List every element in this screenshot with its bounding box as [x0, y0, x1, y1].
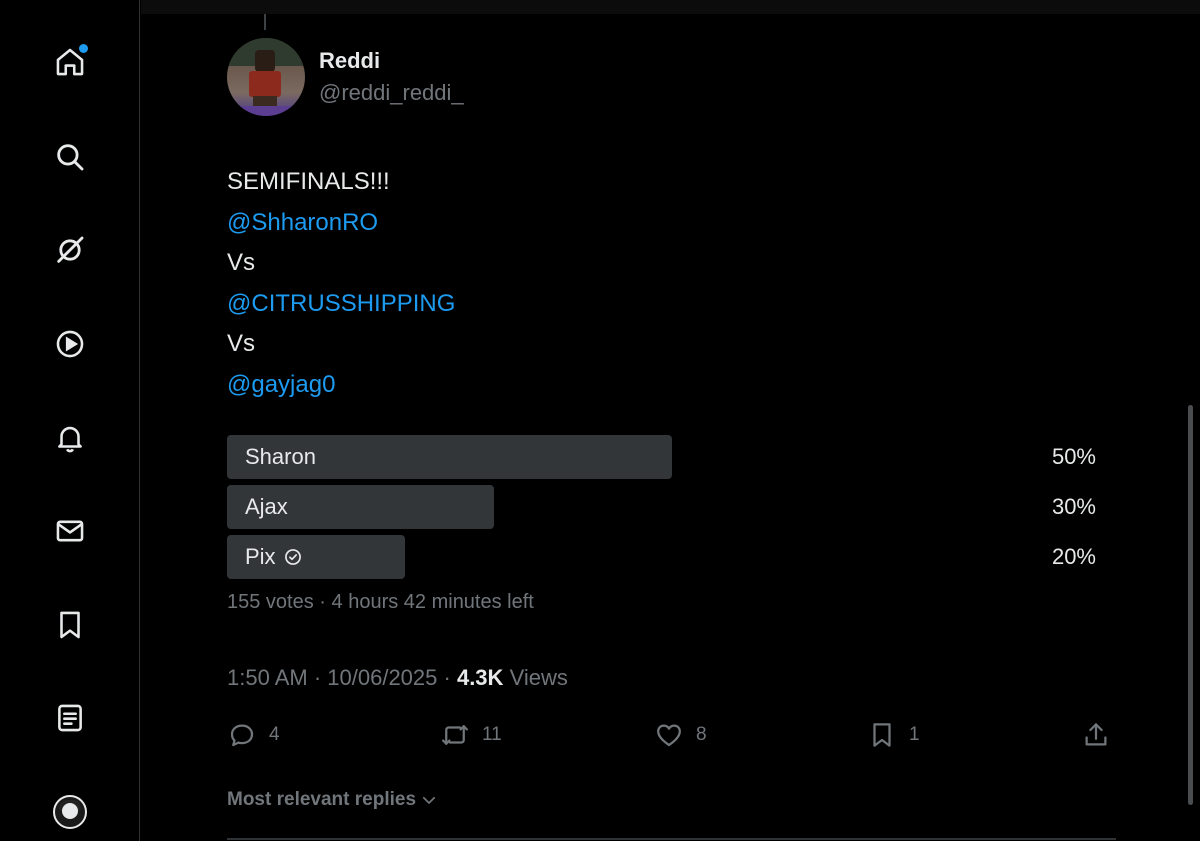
repost-button[interactable]: 11 [440, 717, 502, 753]
poll-option-percent: 50% [1051, 444, 1096, 469]
poll-option-percent: 30% [1051, 494, 1096, 519]
mail-icon [56, 520, 84, 542]
scrollbar[interactable] [1188, 405, 1193, 805]
author-display-name[interactable]: Reddi [319, 48, 380, 74]
author-handle[interactable]: @reddi_reddi_ [319, 80, 464, 106]
like-button[interactable]: 8 [654, 717, 707, 753]
poll-meta: 155 votes · 4 hours 42 minutes left [227, 591, 534, 613]
poll-option-label: Sharon [245, 444, 316, 469]
sidebar-item-notifications[interactable] [50, 418, 90, 458]
post-timestamp: 1:50 AM · 10/06/2025 · 4.3K Views [227, 665, 568, 690]
profile-avatar [53, 795, 87, 829]
views-count: 4.3K [456, 665, 504, 690]
sidebar-item-grok[interactable] [50, 230, 90, 270]
repost-icon [442, 725, 468, 745]
post-time[interactable]: 1:50 AM [227, 665, 308, 690]
mention-link[interactable]: @ShharonRO [227, 203, 455, 244]
bookmark-icon [60, 611, 80, 639]
bell-icon [58, 426, 82, 453]
post-line: SEMIFINALS!!! [227, 168, 390, 195]
heart-icon [657, 724, 681, 747]
poll-votes: 155 votes [227, 591, 314, 613]
reply-count: 4 [269, 724, 280, 745]
poll-option: Sharon 50% [227, 435, 1116, 479]
bookmark-icon [873, 723, 891, 747]
app-window: Reddi @reddi_reddi_ SEMIFINALS!!! @Shhar… [0, 0, 1200, 841]
grok-icon [57, 236, 84, 263]
poll-option-label: Pix [245, 544, 303, 570]
sidebar-item-explore[interactable] [50, 137, 90, 177]
top-bar [141, 0, 1200, 14]
reply-button[interactable]: 4 [227, 717, 280, 753]
poll-option: Ajax 30% [227, 485, 1116, 529]
repost-count: 11 [482, 724, 502, 745]
replies-sort-dropdown[interactable]: Most relevant replies [227, 789, 438, 811]
list-icon [58, 704, 82, 732]
mention-link[interactable]: @CITRUSSHIPPING [227, 284, 455, 325]
search-icon [57, 144, 84, 171]
poll-time-left: 4 hours 42 minutes left [331, 591, 534, 613]
notification-dot [79, 44, 88, 53]
share-button[interactable] [1081, 717, 1111, 753]
poll-option-percent: 20% [1051, 544, 1096, 569]
author-avatar[interactable] [227, 38, 305, 116]
check-circle-icon [284, 549, 301, 565]
sidebar-item-videos[interactable] [50, 324, 90, 364]
poll-option: Pix 20% [227, 535, 1116, 579]
poll-option-label: Ajax [245, 494, 288, 519]
post-text: SEMIFINALS!!! @ShharonRO Vs @CITRUSSHIPP… [227, 162, 455, 406]
mention-link[interactable]: @gayjag0 [227, 365, 455, 406]
views-label: Views [509, 665, 568, 690]
divider [227, 838, 1116, 840]
bookmark-button[interactable]: 1 [867, 717, 920, 753]
chevron-down-icon [422, 796, 436, 804]
reply-icon [230, 724, 254, 747]
thread-connector [264, 14, 266, 30]
post-line: Vs [227, 249, 256, 277]
bookmark-count: 1 [909, 724, 920, 745]
sidebar-item-messages[interactable] [50, 511, 90, 551]
sidebar-item-profile[interactable] [50, 792, 90, 832]
replies-sort-label: Most relevant replies [227, 789, 417, 810]
like-count: 8 [696, 724, 707, 745]
post-date[interactable]: 10/06/2025 [327, 665, 437, 690]
sidebar-item-bookmarks[interactable] [50, 605, 90, 645]
post-line: Vs [227, 330, 256, 358]
play-icon [56, 330, 84, 358]
sidebar-item-home[interactable] [50, 42, 90, 82]
sidebar-item-lists[interactable] [50, 698, 90, 738]
share-icon [1085, 723, 1107, 746]
sidebar [0, 0, 140, 841]
